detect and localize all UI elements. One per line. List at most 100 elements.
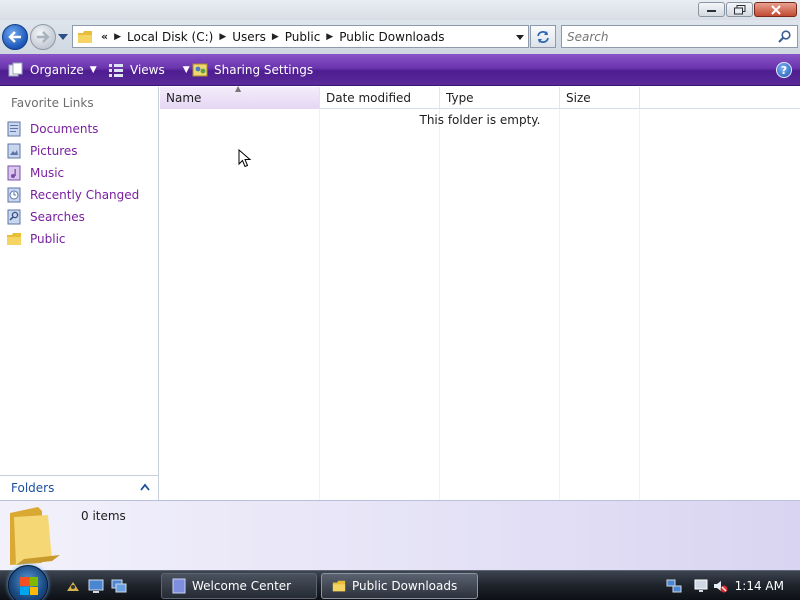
views-label: Views — [130, 63, 165, 77]
navigation-pane: Favorite Links Documents Pictures Music … — [0, 87, 159, 500]
views-button[interactable]: Views ▼ — [108, 54, 190, 86]
column-header-type[interactable]: Type — [440, 87, 560, 109]
recently-changed-icon — [6, 187, 22, 203]
recent-pages-button[interactable] — [57, 30, 69, 44]
documents-icon — [6, 121, 22, 137]
column-header-size[interactable]: Size — [560, 87, 640, 109]
music-icon — [6, 165, 22, 181]
address-bar[interactable]: « ▶ Local Disk (C:) ▶ Users ▶ Public ▶ P… — [72, 25, 529, 48]
column-label: Size — [566, 91, 591, 105]
minimize-button[interactable] — [698, 2, 725, 17]
switch-windows-icon — [67, 582, 79, 591]
search-icon[interactable] — [778, 30, 792, 44]
breadcrumb-users[interactable]: Users — [232, 30, 266, 44]
window-controls — [697, 2, 797, 17]
favorite-links-list: Documents Pictures Music Recently Change… — [6, 118, 139, 250]
chevron-down-icon — [58, 34, 68, 40]
close-icon — [770, 4, 781, 15]
sidebar-item-recently-changed[interactable]: Recently Changed — [6, 184, 139, 206]
taskbar-button-label: Welcome Center — [192, 579, 292, 593]
folders-label: Folders — [11, 481, 55, 495]
column-label: Name — [166, 91, 202, 105]
item-count: 0 items — [81, 509, 126, 523]
sidebar-item-documents[interactable]: Documents — [6, 118, 139, 140]
windows-logo-icon — [20, 577, 38, 595]
breadcrumb-public-downloads[interactable]: Public Downloads — [339, 30, 444, 44]
address-dropdown-icon[interactable] — [515, 31, 525, 43]
folder-icon — [10, 507, 60, 565]
folder-icon — [6, 231, 22, 247]
column-label: Type — [446, 91, 474, 105]
network-icon[interactable] — [666, 578, 682, 594]
search-box — [561, 25, 798, 48]
sidebar-item-label: Public — [30, 232, 66, 246]
taskbar-button-public-downloads[interactable]: Public Downloads — [321, 573, 478, 599]
forward-arrow-icon — [37, 31, 50, 43]
maximize-button[interactable] — [726, 2, 753, 17]
taskbar-button-welcome-center[interactable]: Welcome Center — [161, 573, 317, 599]
organize-icon — [8, 62, 23, 77]
taskbar: Welcome Center Public Downloads 1:14 AM — [0, 565, 800, 600]
breadcrumb-separator-icon[interactable]: ▶ — [326, 32, 333, 42]
refresh-icon — [537, 30, 549, 43]
column-divider — [559, 109, 560, 500]
sidebar-item-searches[interactable]: Searches — [6, 206, 139, 228]
sidebar-item-label: Music — [30, 166, 65, 180]
sidebar-item-label: Searches — [30, 210, 85, 224]
file-list: ▲ Name Date modified Type Size This fold… — [160, 84, 800, 500]
breadcrumb-public[interactable]: Public — [285, 30, 321, 44]
quick-launch-show-desktop[interactable] — [87, 578, 105, 594]
volume-muted-icon[interactable] — [712, 578, 728, 594]
search-input[interactable] — [567, 29, 772, 44]
start-button[interactable] — [8, 565, 48, 600]
help-button[interactable]: ? — [776, 62, 792, 78]
folders-toggle[interactable]: Folders — [0, 475, 158, 500]
quick-launch-windows-flip[interactable] — [110, 578, 128, 594]
column-label: Date modified — [326, 91, 412, 105]
mouse-cursor-icon — [238, 149, 252, 168]
breadcrumb-overflow[interactable]: « — [101, 30, 108, 43]
show-desktop-icon — [88, 579, 104, 593]
back-arrow-icon — [8, 31, 21, 43]
column-divider — [319, 109, 320, 500]
column-divider — [439, 109, 440, 500]
clock[interactable]: 1:14 AM — [735, 579, 784, 593]
sidebar-item-pictures[interactable]: Pictures — [6, 140, 139, 162]
monitor-icon[interactable] — [694, 578, 710, 594]
sidebar-item-label: Documents — [30, 122, 99, 136]
organize-label: Organize — [30, 63, 84, 77]
back-button[interactable] — [2, 24, 28, 50]
breadcrumb-separator-icon[interactable]: ▶ — [272, 32, 279, 42]
column-header-date-modified[interactable]: Date modified — [320, 87, 440, 109]
chevron-up-icon — [140, 483, 150, 491]
sharing-settings-button[interactable]: Sharing Settings — [192, 54, 313, 86]
sidebar-item-label: Pictures — [30, 144, 78, 158]
pictures-icon — [6, 143, 22, 159]
forward-button[interactable] — [30, 24, 56, 50]
folder-icon — [78, 30, 92, 43]
sharing-settings-icon — [192, 63, 208, 77]
breadcrumb-separator-icon[interactable]: ▶ — [114, 32, 121, 42]
organize-button[interactable]: Organize ▼ — [8, 54, 97, 86]
chevron-down-icon: ▼ — [89, 65, 97, 75]
breadcrumb-separator-icon[interactable]: ▶ — [219, 32, 226, 42]
column-headers: ▲ Name Date modified Type Size — [160, 84, 800, 109]
sidebar-item-label: Recently Changed — [30, 188, 140, 202]
address-row: « ▶ Local Disk (C:) ▶ Users ▶ Public ▶ P… — [0, 20, 800, 54]
column-header-name[interactable]: ▲ Name — [160, 84, 320, 109]
sort-ascending-icon: ▲ — [235, 84, 242, 93]
favorite-links-heading: Favorite Links — [11, 96, 94, 110]
folder-icon — [332, 580, 346, 592]
help-icon: ? — [780, 63, 788, 77]
breadcrumb-local-disk[interactable]: Local Disk (C:) — [127, 30, 213, 44]
sidebar-item-public[interactable]: Public — [6, 228, 139, 250]
column-divider — [639, 109, 640, 500]
windows-flip-icon — [111, 579, 127, 593]
title-bar — [0, 0, 800, 20]
close-button[interactable] — [754, 2, 797, 17]
minimize-icon — [706, 9, 716, 12]
quick-launch-switch-windows[interactable] — [64, 578, 82, 594]
sidebar-item-music[interactable]: Music — [6, 162, 139, 184]
searches-icon — [6, 209, 22, 225]
refresh-button[interactable] — [530, 25, 556, 48]
